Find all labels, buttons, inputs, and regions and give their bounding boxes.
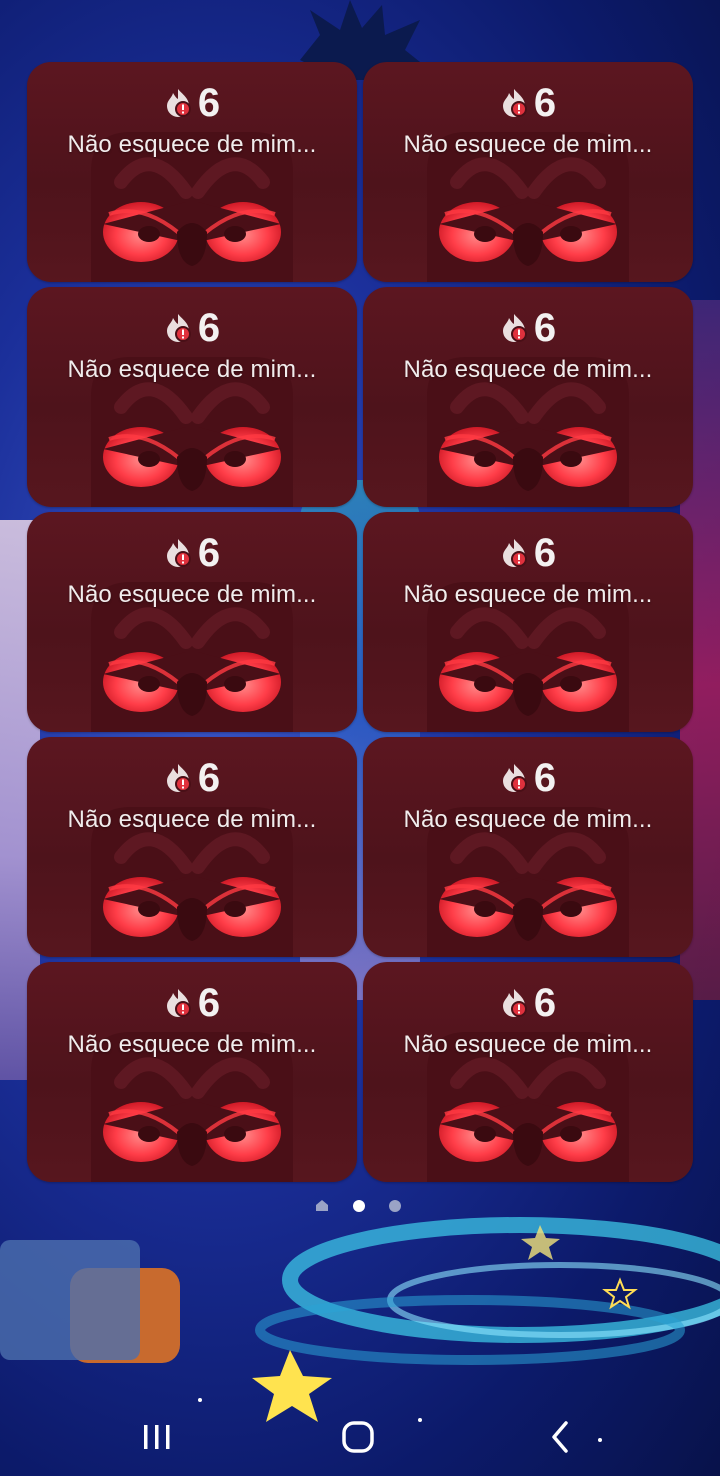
flame-icon bbox=[166, 89, 191, 117]
streak-number: 6 bbox=[197, 81, 221, 125]
duolingo-widget[interactable]: 6 Não esquece de mim... bbox=[27, 737, 357, 957]
duolingo-widget[interactable]: 6 Não esquece de mim... bbox=[27, 512, 357, 732]
widget-caption: Não esquece de mim... bbox=[67, 131, 317, 158]
widget-caption: Não esquece de mim... bbox=[67, 806, 317, 833]
widget-caption: Não esquece de mim... bbox=[67, 581, 317, 608]
streak-count: 6 bbox=[363, 307, 693, 349]
widget-caption: Não esquece de mim... bbox=[67, 356, 317, 383]
streak-count: 6 bbox=[27, 982, 357, 1024]
page-dot[interactable] bbox=[389, 1200, 401, 1212]
duolingo-widget[interactable]: 6 Não esquece de mim... bbox=[27, 62, 357, 282]
page-indicator bbox=[0, 1199, 720, 1215]
streak-number: 6 bbox=[197, 981, 221, 1025]
widget-caption: Não esquece de mim... bbox=[403, 581, 653, 608]
home-icon bbox=[342, 1421, 374, 1453]
flame-icon bbox=[502, 314, 527, 342]
recents-button[interactable] bbox=[127, 1412, 187, 1462]
streak-count: 6 bbox=[27, 82, 357, 124]
flame-icon bbox=[502, 539, 527, 567]
streak-count: 6 bbox=[363, 757, 693, 799]
back-button[interactable] bbox=[530, 1412, 590, 1462]
streak-count: 6 bbox=[27, 307, 357, 349]
streak-count: 6 bbox=[27, 757, 357, 799]
duolingo-widget[interactable]: 6 Não esquece de mim... bbox=[27, 287, 357, 507]
widget-caption: Não esquece de mim... bbox=[403, 806, 653, 833]
streak-number: 6 bbox=[197, 756, 221, 800]
home-indicator-icon[interactable] bbox=[316, 1200, 328, 1211]
duolingo-widget[interactable]: 6 Não esquece de mim... bbox=[27, 962, 357, 1182]
widget-caption: Não esquece de mim... bbox=[403, 131, 653, 158]
duolingo-widget[interactable]: 6 Não esquece de mim... bbox=[363, 512, 693, 732]
duolingo-widget[interactable]: 6 Não esquece de mim... bbox=[363, 737, 693, 957]
duolingo-widget[interactable]: 6 Não esquece de mim... bbox=[363, 62, 693, 282]
page-dot-active[interactable] bbox=[353, 1200, 365, 1212]
recents-icon bbox=[144, 1425, 170, 1449]
widget-caption: Não esquece de mim... bbox=[67, 1031, 317, 1058]
streak-count: 6 bbox=[363, 982, 693, 1024]
streak-number: 6 bbox=[533, 981, 557, 1025]
duolingo-widget[interactable]: 6 Não esquece de mim... bbox=[363, 287, 693, 507]
widget-caption: Não esquece de mim... bbox=[403, 356, 653, 383]
widget-caption: Não esquece de mim... bbox=[403, 1031, 653, 1058]
navigation-bar bbox=[0, 1396, 720, 1476]
flame-icon bbox=[166, 989, 191, 1017]
flame-icon bbox=[166, 539, 191, 567]
streak-count: 6 bbox=[363, 532, 693, 574]
home-button[interactable] bbox=[328, 1412, 388, 1462]
back-icon bbox=[552, 1421, 568, 1453]
flame-icon bbox=[502, 989, 527, 1017]
flame-icon bbox=[166, 314, 191, 342]
streak-count: 6 bbox=[363, 82, 693, 124]
streak-number: 6 bbox=[197, 531, 221, 575]
flame-icon bbox=[166, 764, 191, 792]
streak-number: 6 bbox=[533, 756, 557, 800]
flame-icon bbox=[502, 764, 527, 792]
flame-icon bbox=[502, 89, 527, 117]
streak-number: 6 bbox=[533, 81, 557, 125]
streak-count: 6 bbox=[27, 532, 357, 574]
streak-number: 6 bbox=[533, 531, 557, 575]
streak-number: 6 bbox=[533, 306, 557, 350]
duolingo-widget[interactable]: 6 Não esquece de mim... bbox=[363, 962, 693, 1182]
streak-number: 6 bbox=[197, 306, 221, 350]
